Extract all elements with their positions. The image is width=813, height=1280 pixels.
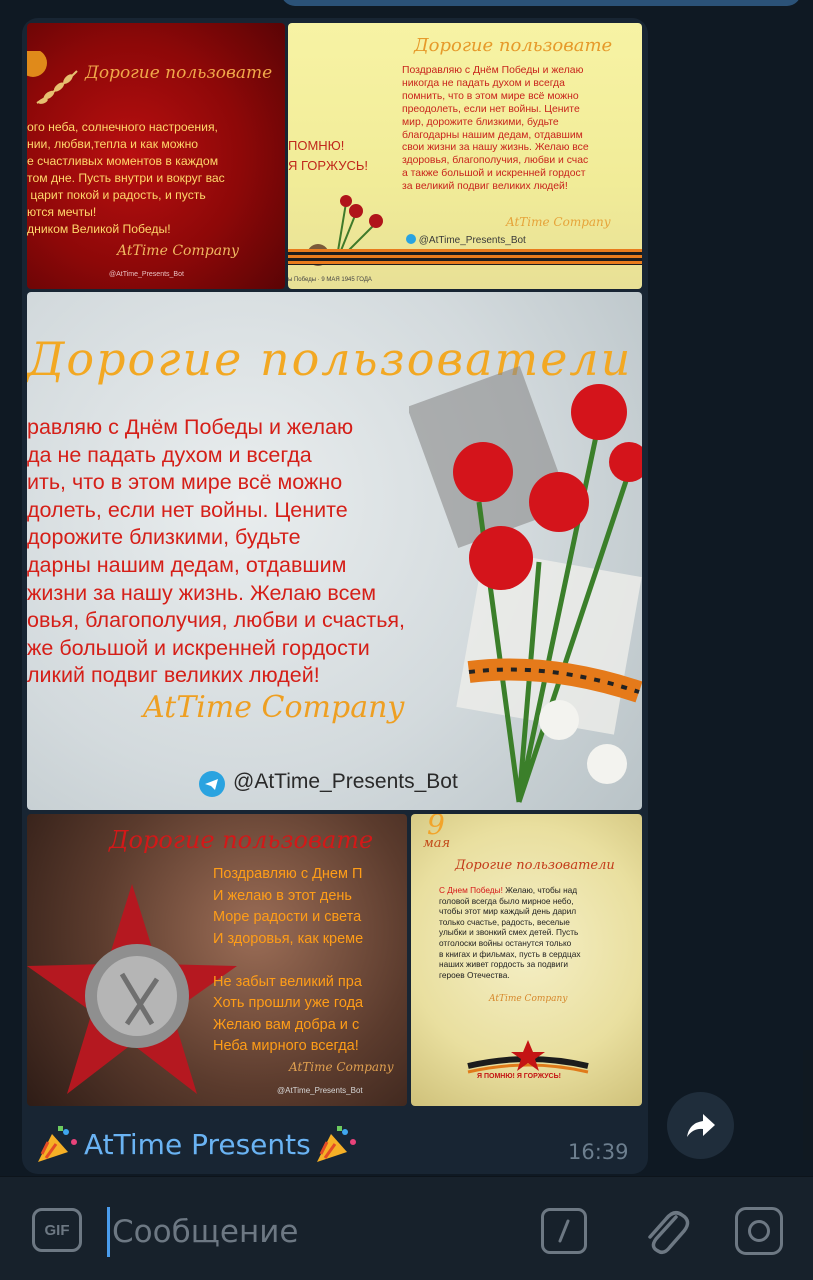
photo-company-signature: AtTime Company (143, 690, 405, 725)
album-photo-3[interactable]: Дорогие пользователи равляю с Днём Побед… (27, 292, 642, 810)
photo-greeting-body: Желаю, чтобы над головой всегда было мир… (439, 885, 581, 980)
photo-company-signature: AtTime Company (506, 215, 611, 229)
previous-message-bubble[interactable] (281, 0, 801, 6)
photo-greeting-text: Поздравляю с Днём Победы и желаю никогда… (402, 65, 589, 193)
message-composer: GIF (0, 1176, 813, 1280)
photo-company-signature: AtTime Company (489, 994, 568, 1004)
photo-month: мая (423, 836, 451, 851)
photo-greeting-lead: С Днем Победы! (439, 885, 503, 895)
photo-greeting-text: равляю с Днём Победы и желаю да не падат… (27, 415, 406, 688)
photo-greeting-text: ого неба, солнечного настроения, нии, лю… (27, 120, 225, 236)
photo-bot-handle: @AtTime_Presents_Bot (109, 271, 184, 278)
photo-title: Дорогие пользовате (109, 826, 374, 854)
paperclip-icon[interactable] (640, 1203, 690, 1259)
text-cursor (107, 1207, 110, 1257)
photo-title: Дорогие пользовате (414, 35, 613, 56)
message-caption-row: AtTime Presents (36, 1122, 359, 1166)
album-photo-4[interactable]: Дорогие пользовате Поздравляю с Днем П И… (27, 814, 407, 1106)
photo-date-caption: ы Победы · 9 МАЯ 1945 ГОДА (288, 277, 372, 283)
album-photo-2[interactable]: Дорогие пользовате Поздравляю с Днём Поб… (288, 23, 642, 289)
st-george-ribbon (288, 249, 642, 265)
photo-title: Дорогие пользовате (85, 63, 273, 83)
photo-bot-handle-text: @AtTime_Presents_Bot (418, 235, 526, 246)
gif-button[interactable]: GIF (32, 1208, 82, 1252)
telegram-icon (199, 771, 225, 797)
laurel-icon (27, 51, 78, 104)
forward-arrow-icon (686, 1113, 715, 1137)
photo-greeting-text: С Днем Победы! Желаю, чтобы над головой … (439, 885, 581, 980)
camera-icon (748, 1220, 770, 1242)
photo-company-signature: AtTime Company (117, 243, 239, 259)
photo-bot-handle: @AtTime_Presents_Bot (406, 234, 526, 246)
album-photo-5[interactable]: 9 мая Дорогие пользователи С Днем Победы… (411, 814, 642, 1106)
party-popper-icon (316, 1126, 356, 1162)
album-photo-1[interactable]: Дорогие пользовате ого неба, солнечного … (27, 23, 285, 289)
party-popper-icon (38, 1126, 77, 1162)
message-input[interactable] (112, 1209, 512, 1255)
camera-button[interactable] (735, 1207, 783, 1255)
photo-company-signature: AtTime Company (289, 1060, 394, 1074)
message-caption[interactable]: AtTime Presents (84, 1128, 311, 1161)
photo-slogan: ПОМНЮ! Я ГОРЖУСЬ! (288, 138, 369, 173)
slash-command-icon (558, 1219, 570, 1243)
scroll-rail[interactable] (803, 1050, 813, 1160)
photo-bot-handle: @AtTime_Presents_Bot (277, 1086, 363, 1095)
carnation-flowers-icon (409, 366, 642, 803)
photo-title: Дорогие пользователи (455, 858, 615, 873)
photo-slogan: Я ПОМНЮ! Я ГОРЖУСЬ! (477, 1073, 561, 1080)
forward-button[interactable] (667, 1092, 734, 1159)
bot-commands-button[interactable] (541, 1208, 587, 1254)
message-time: 16:39 (568, 1140, 629, 1164)
telegram-icon (406, 234, 416, 244)
photo-greeting-text: Поздравляю с Днем П И желаю в этот день … (213, 866, 364, 1054)
red-star-medal-icon (27, 884, 237, 1094)
